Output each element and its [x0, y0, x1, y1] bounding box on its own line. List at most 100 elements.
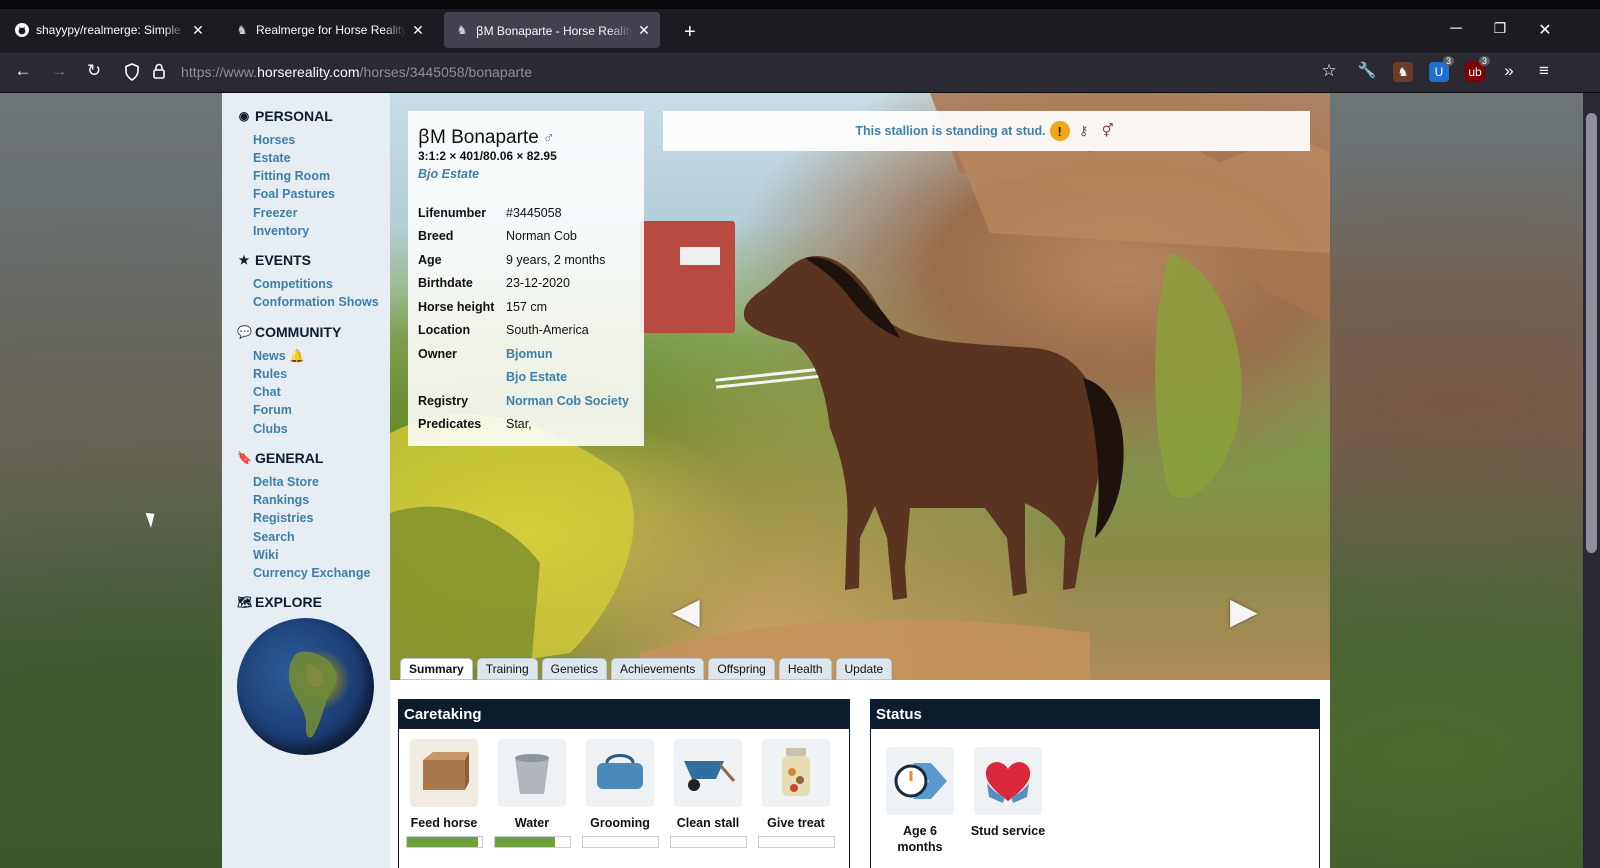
- tab-health[interactable]: Health: [778, 658, 832, 680]
- hay-bale-icon: [410, 739, 478, 807]
- item-label: Stud service: [970, 824, 1046, 838]
- detail-key: Age: [418, 253, 442, 267]
- tab-title: ꞵM Bonaparte - Horse Reality: [476, 23, 632, 38]
- horse-info-box: ꞵM Bonaparte ♂ 3:1:2 × 401/80.06 × 82.95 …: [408, 111, 644, 446]
- restore-icon[interactable]: ❐: [1485, 20, 1515, 37]
- stud-service-status[interactable]: Stud service: [968, 747, 1048, 839]
- sidebar-item-conformation-shows[interactable]: Conformation Shows: [253, 295, 379, 309]
- sidebar-item-clubs[interactable]: Clubs: [253, 422, 288, 436]
- extension-horse-icon[interactable]: ♞: [1393, 62, 1413, 82]
- url-path: /horses/3445058/bonaparte: [359, 64, 533, 80]
- bell-icon: 🔔: [289, 349, 305, 363]
- sidebar-item-wiki[interactable]: Wiki: [253, 548, 279, 562]
- sidebar-item-search[interactable]: Search: [253, 530, 295, 544]
- world-globe-map[interactable]: [237, 618, 374, 755]
- back-icon[interactable]: ←: [10, 61, 36, 81]
- detail-value: Star,: [506, 417, 532, 431]
- tab-update[interactable]: Update: [835, 658, 893, 680]
- forward-icon[interactable]: →: [46, 61, 72, 81]
- sidebar-item-estate[interactable]: Estate: [253, 151, 291, 165]
- url-bar[interactable]: https://www.horsereality.com/horses/3445…: [181, 64, 532, 80]
- page-scrollbar[interactable]: [1583, 93, 1600, 868]
- previous-arrow-icon[interactable]: ◀: [672, 590, 700, 632]
- user-circle-icon: ◉: [238, 109, 250, 123]
- new-tab-button[interactable]: +: [684, 21, 696, 44]
- age-status[interactable]: Age 6 months: [880, 747, 960, 855]
- sidebar-item-competitions[interactable]: Competitions: [253, 277, 333, 291]
- grooming-bag-icon: [586, 739, 654, 807]
- sidebar-item-fitting-room[interactable]: Fitting Room: [253, 169, 330, 183]
- sidebar-item-foal-pastures[interactable]: Foal Pastures: [253, 187, 335, 201]
- sidebar-heading-community: 💬 COMMUNITY: [237, 324, 341, 340]
- registry-link[interactable]: Norman Cob Society: [506, 394, 629, 408]
- next-arrow-icon[interactable]: ▶: [1230, 590, 1258, 632]
- mouse-cursor: [145, 510, 159, 528]
- owner-estate-link[interactable]: Bjo Estate: [506, 370, 567, 384]
- sidebar-item-delta-store[interactable]: Delta Store: [253, 475, 319, 489]
- sidebar: ◉ PERSONAL Horses Estate Fitting Room Foa…: [222, 93, 390, 868]
- owner-link[interactable]: Bjomun: [506, 347, 553, 361]
- detail-key: Horse height: [418, 300, 495, 314]
- clean-stall-action[interactable]: Clean stall: [668, 739, 748, 831]
- chevron-more-icon[interactable]: »: [1496, 61, 1522, 81]
- warning-icon[interactable]: !: [1049, 121, 1070, 141]
- tab-genetics[interactable]: Genetics: [541, 658, 607, 680]
- menu-icon[interactable]: ≡: [1531, 61, 1557, 81]
- treat-jar-icon: [762, 739, 830, 807]
- sidebar-item-rankings[interactable]: Rankings: [253, 493, 309, 507]
- wrench-icon[interactable]: 🔧: [1354, 61, 1380, 79]
- south-america-shape: [288, 651, 338, 738]
- sidebar-heading-general: 🔖 GENERAL: [237, 450, 323, 466]
- navigation-bar: ← → ↻ https://www.horsereality.com/horse…: [0, 53, 1600, 93]
- detail-value: South-America: [506, 323, 589, 337]
- detail-value: Norman Cob: [506, 229, 577, 243]
- male-symbol-icon: ♂: [542, 130, 555, 147]
- horse-estate-link[interactable]: Bjo Estate: [418, 167, 479, 181]
- stud-notice: This stallion is standing at stud. ! ⚷ ⚥: [663, 111, 1310, 151]
- minimize-icon[interactable]: ─: [1441, 20, 1471, 38]
- map-icon: 🗺: [237, 595, 253, 609]
- sidebar-item-freezer[interactable]: Freezer: [253, 206, 297, 220]
- sidebar-item-news[interactable]: News 🔔: [253, 349, 305, 364]
- red-barn: [640, 221, 735, 333]
- url-domain: horsereality.com: [257, 64, 360, 80]
- close-tab-icon[interactable]: ✕: [636, 22, 652, 38]
- sidebar-item-rules[interactable]: Rules: [253, 367, 287, 381]
- tab-summary[interactable]: Summary: [400, 658, 473, 680]
- feed-horse-action[interactable]: Feed horse: [404, 739, 484, 831]
- tab-realmerge-hr[interactable]: ♞ Realmerge for Horse Reality ✕: [224, 12, 434, 48]
- tab-title: shayypy/realmerge: Simple tool: [36, 23, 186, 37]
- tab-achievements[interactable]: Achievements: [610, 658, 705, 680]
- tab-title: Realmerge for Horse Reality: [256, 23, 406, 37]
- window-close-icon[interactable]: ✕: [1530, 20, 1560, 40]
- wheelbarrow-icon: [674, 739, 742, 807]
- lock-icon[interactable]: [146, 63, 172, 84]
- grooming-action[interactable]: Grooming: [580, 739, 660, 831]
- scrollbar-thumb[interactable]: [1586, 113, 1597, 553]
- tab-realmerge-github[interactable]: shayypy/realmerge: Simple tool ✕: [4, 12, 214, 48]
- shield-icon[interactable]: [119, 63, 145, 85]
- water-action[interactable]: Water: [492, 739, 572, 831]
- sidebar-item-forum[interactable]: Forum: [253, 403, 292, 417]
- tab-training[interactable]: Training: [476, 658, 538, 680]
- extension-badge: 3: [1443, 56, 1455, 66]
- horse-reality-icon: ♞: [236, 23, 248, 37]
- close-tab-icon[interactable]: ✕: [190, 22, 206, 38]
- web-page: ◉ PERSONAL Horses Estate Fitting Room Foa…: [0, 93, 1583, 868]
- reload-icon[interactable]: ↻: [81, 61, 107, 81]
- key-icon[interactable]: ⚷: [1074, 121, 1094, 141]
- detail-row-breed: Breed Norman Cob: [418, 229, 577, 243]
- sidebar-item-horses[interactable]: Horses: [253, 133, 295, 147]
- tab-offspring[interactable]: Offspring: [708, 658, 775, 680]
- sidebar-item-inventory[interactable]: Inventory: [253, 224, 309, 238]
- detail-row-birthdate: Birthdate 23-12-2020: [418, 276, 570, 290]
- sidebar-item-currency-exchange[interactable]: Currency Exchange: [253, 566, 370, 580]
- give-treat-action[interactable]: Give treat: [756, 739, 836, 831]
- detail-row-owner: Owner Bjomun: [418, 347, 553, 361]
- tab-bonaparte[interactable]: ♞ ꞵM Bonaparte - Horse Reality ✕: [444, 12, 660, 48]
- sidebar-item-chat[interactable]: Chat: [253, 385, 281, 399]
- stud-symbol-icon[interactable]: ⚥: [1098, 121, 1118, 141]
- bookmark-star-icon[interactable]: ☆: [1316, 61, 1342, 81]
- close-tab-icon[interactable]: ✕: [410, 22, 426, 38]
- sidebar-item-registries[interactable]: Registries: [253, 511, 313, 525]
